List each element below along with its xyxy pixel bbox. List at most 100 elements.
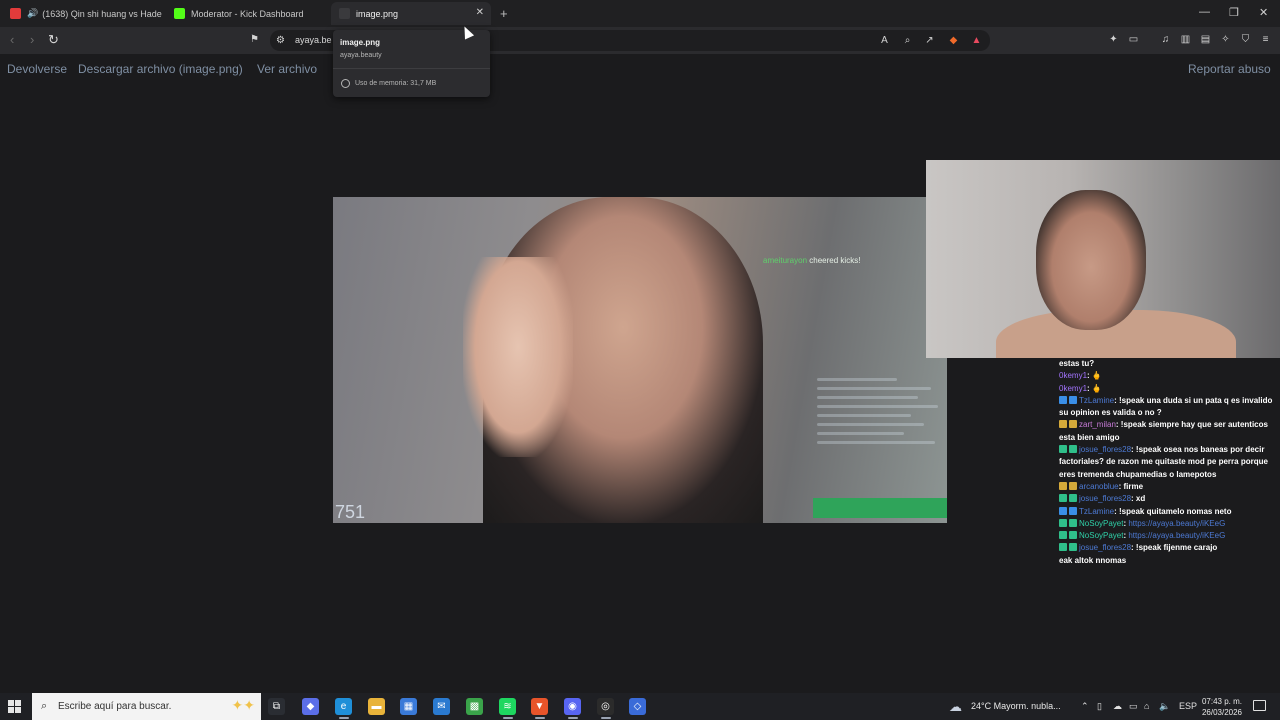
brave-icon[interactable]: ▼: [531, 698, 548, 715]
report-abuse-link[interactable]: Reportar abuso: [1188, 62, 1271, 76]
discord-icon[interactable]: ◉: [564, 698, 581, 715]
weather-text[interactable]: 24°C Mayorm. nubla...: [971, 701, 1061, 711]
chat-username[interactable]: NoSoyPayet: [1079, 519, 1123, 528]
volume-icon[interactable]: 🔈: [1159, 701, 1170, 712]
taskbar-clock[interactable]: 07:43 p. m. 26/03/2026: [1196, 696, 1242, 718]
tab-title: (1638) Qin shi huang vs Hades |: [42, 8, 162, 19]
translate-icon[interactable]: A: [878, 34, 891, 47]
chat-message: estas tu?: [1059, 358, 1280, 370]
store-icon[interactable]: ▦: [400, 698, 417, 715]
task-view-icon[interactable]: ⧉: [268, 698, 285, 715]
taskbar-search[interactable]: ⌕ Escribe aquí para buscar. ✦✦: [32, 693, 261, 720]
close-tab-icon[interactable]: ✕: [476, 7, 484, 18]
chat-badge-icon: [1069, 518, 1077, 527]
url-text[interactable]: ayaya.be: [295, 35, 332, 45]
close-window-button[interactable]: ✕: [1259, 6, 1268, 19]
hover-memory: Uso de memoria: 31,7 MB: [355, 80, 437, 87]
mail-icon[interactable]: ✉: [433, 698, 450, 715]
file-explorer-icon[interactable]: ▬: [368, 698, 385, 715]
chat-username[interactable]: TzLamine: [1079, 396, 1114, 405]
brave-shield-icon[interactable]: ◆: [947, 34, 960, 47]
page-icon: [339, 8, 350, 19]
chat-overlay: estas tu? 0kemy1: 🖕 0kemy1: 🖕 TzLamine: !sp…: [1059, 358, 1280, 567]
vpn-icon[interactable]: ⛉: [1239, 33, 1252, 46]
download-link[interactable]: Descargar archivo (image.png): [78, 62, 243, 76]
brave-rewards-icon[interactable]: ▲: [970, 34, 983, 47]
tab-title: Moderator - Kick Dashboard: [191, 8, 304, 19]
chat-message: arcanoblue: firme: [1059, 481, 1280, 493]
browser-toolbar: ‹ › ↻ ⚑ ⚙ ayaya.be A ⌕ ↗ ◆ ▲ ✦ ▭ ♫ ▥ ▤ ✧…: [0, 27, 1280, 54]
notification-icon[interactable]: [1253, 700, 1266, 711]
bookmark-icon[interactable]: ⚑: [248, 33, 261, 46]
chat-username[interactable]: NoSoyPayet: [1079, 531, 1123, 540]
restore-button[interactable]: ❐: [1229, 6, 1239, 19]
chat-badge-icon: [1059, 506, 1067, 515]
chat-username[interactable]: TzLamine: [1079, 507, 1114, 516]
back-button[interactable]: ‹: [10, 32, 14, 47]
chat-text: estas tu?: [1059, 359, 1095, 368]
extensions-icon[interactable]: ✦: [1107, 33, 1120, 46]
chat-message: 0kemy1: 🖕: [1059, 370, 1280, 382]
sidebar-icon[interactable]: ▥: [1179, 33, 1192, 46]
chat-text: : 🖕: [1087, 371, 1102, 381]
cloud-icon[interactable]: ☁: [1113, 701, 1122, 712]
copilot-icon[interactable]: ◆: [302, 698, 319, 715]
screen: 🔊 (1638) Qin shi huang vs Hades | Modera…: [0, 0, 1280, 720]
leo-ai-icon[interactable]: ✧: [1219, 33, 1232, 46]
chat-text: : !speak quitamelo nomas neto: [1114, 506, 1232, 516]
obs-icon[interactable]: ◎: [597, 698, 614, 715]
forward-button[interactable]: ›: [30, 32, 34, 47]
chat-link[interactable]: https://ayaya.beauty/iKEeG: [1128, 531, 1225, 540]
chat-message: TzLamine: !speak quitamelo nomas neto: [1059, 506, 1280, 518]
chat-badge-icon: [1069, 531, 1077, 540]
network-icon[interactable]: ⌂: [1144, 701, 1149, 711]
windows-start-icon[interactable]: [8, 700, 22, 714]
battery-icon[interactable]: ▭: [1129, 701, 1138, 712]
minecraft-icon[interactable]: ▩: [466, 698, 483, 715]
chat-badge-icon: [1059, 494, 1067, 503]
chat-username[interactable]: josue_flores28: [1079, 543, 1131, 552]
language-indicator[interactable]: ESP: [1179, 701, 1197, 711]
chat-username[interactable]: josue_flores28: [1079, 494, 1131, 503]
chat-username[interactable]: 0kemy1: [1059, 371, 1087, 380]
webcam-overlay: [926, 160, 1280, 358]
show-hidden-icons[interactable]: ⌃: [1081, 701, 1089, 712]
speaker-icon[interactable]: 🔊: [27, 8, 38, 19]
view-file-link[interactable]: Ver archivo: [257, 62, 317, 76]
wallet-icon[interactable]: ▤: [1199, 33, 1212, 46]
weather-icon[interactable]: ☁: [949, 699, 962, 715]
tab-youtube[interactable]: 🔊 (1638) Qin shi huang vs Hades |: [2, 2, 162, 25]
new-tab-button[interactable]: +: [500, 6, 508, 21]
share-icon[interactable]: ↗: [923, 34, 936, 47]
embedded-chat: [813, 372, 947, 517]
tab-kick[interactable]: Moderator - Kick Dashboard: [166, 2, 326, 25]
chat-text: : xd: [1131, 494, 1146, 504]
app-icon[interactable]: ◇: [629, 698, 646, 715]
site-info-icon[interactable]: ⚙: [274, 34, 287, 47]
chat-link[interactable]: https://ayaya.beauty/iKEeG: [1128, 519, 1225, 528]
usb-icon[interactable]: ▯: [1097, 701, 1102, 712]
reading-list-icon[interactable]: ▭: [1127, 33, 1140, 46]
search-icon: ⌕: [41, 700, 48, 712]
search-placeholder[interactable]: Escribe aquí para buscar.: [58, 701, 171, 712]
zoom-icon[interactable]: ⌕: [901, 34, 914, 47]
minimize-button[interactable]: —: [1199, 6, 1210, 18]
menu-icon[interactable]: ≡: [1259, 33, 1272, 46]
spotify-icon[interactable]: ≋: [499, 698, 516, 715]
chat-username[interactable]: josue_flores28: [1079, 445, 1131, 454]
running-indicator: [503, 717, 513, 719]
youtube-icon: [10, 8, 21, 19]
back-link[interactable]: Devolverse: [7, 62, 67, 76]
chat-username[interactable]: 0kemy1: [1059, 384, 1087, 393]
media-icon[interactable]: ♫: [1159, 33, 1172, 46]
hover-title: image.png: [340, 38, 381, 47]
edge-icon[interactable]: e: [335, 698, 352, 715]
tab-image[interactable]: image.png ✕: [331, 2, 491, 25]
chat-username[interactable]: arcanoblue: [1079, 482, 1119, 491]
image-host-bar: Devolverse Descargar archivo (image.png)…: [0, 54, 1280, 84]
chat-message: josue_flores28: !speak fijenme carajo: [1059, 542, 1280, 554]
chat-username[interactable]: zart_milan: [1079, 420, 1116, 429]
chat-message: NoSoyPayet: https://ayaya.beauty/iKEeG: [1059, 518, 1280, 530]
running-indicator: [568, 717, 578, 719]
reload-button[interactable]: ↻: [48, 32, 59, 48]
